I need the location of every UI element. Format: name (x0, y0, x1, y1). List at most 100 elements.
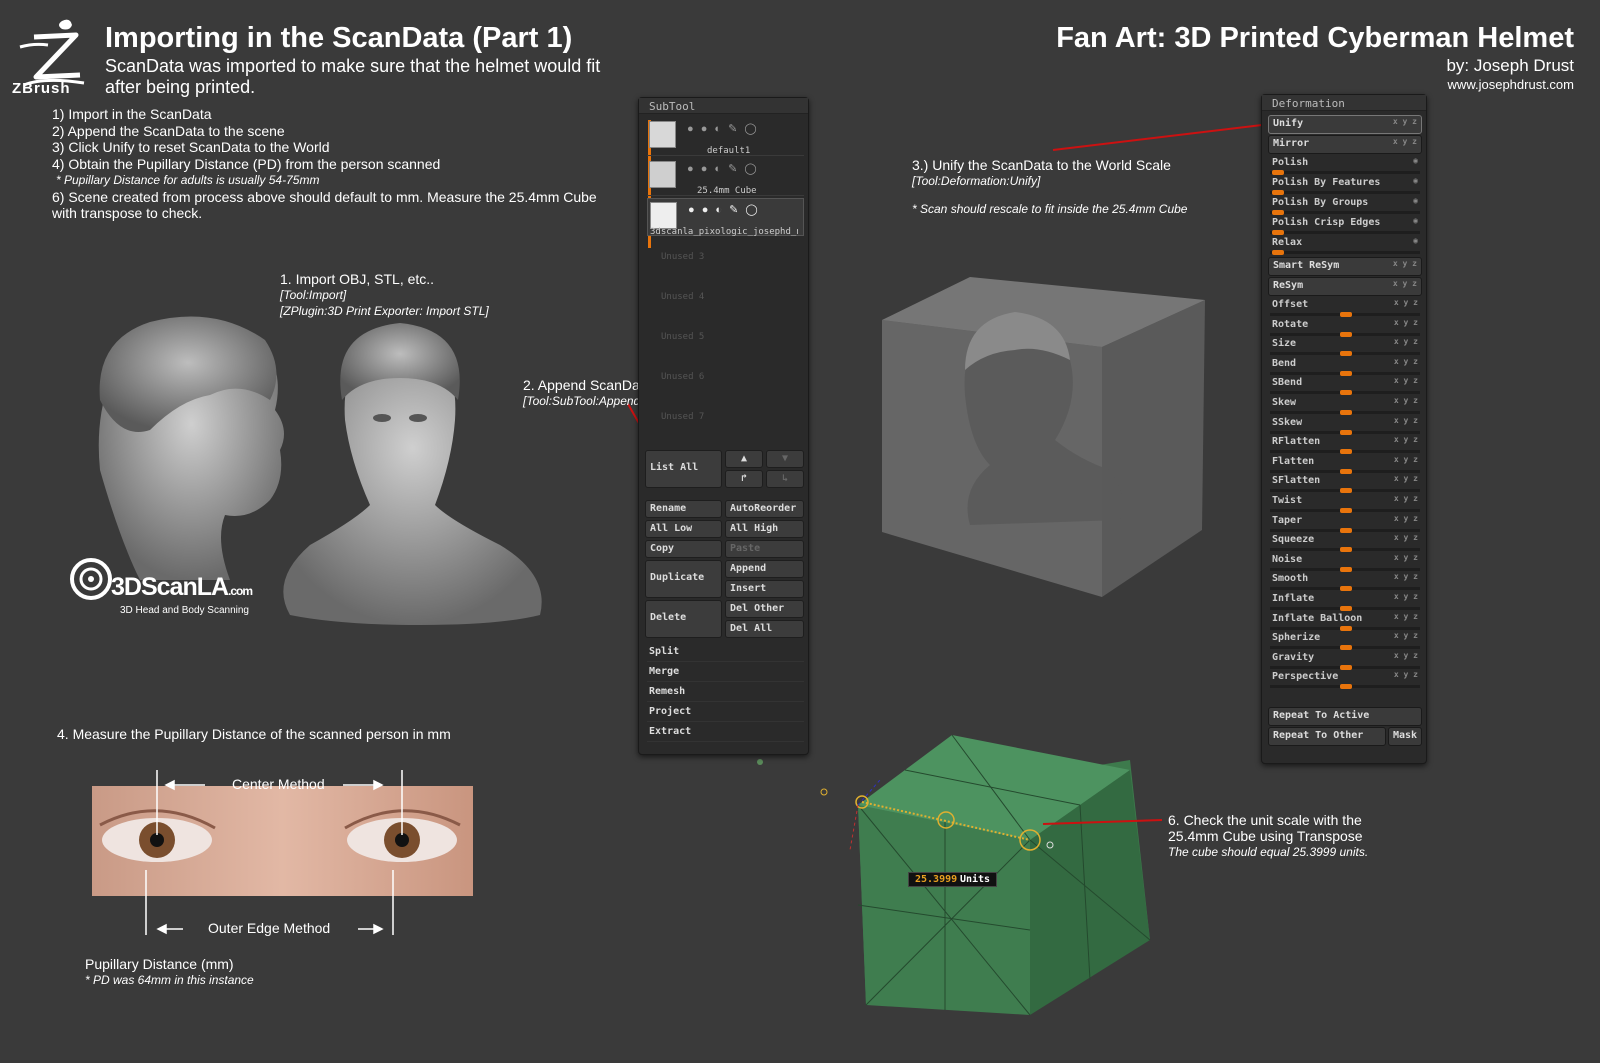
axis-toggle[interactable]: x y z (1394, 298, 1418, 307)
deformation-slider-flatten[interactable]: Flatten x y z (1268, 454, 1422, 474)
slider-track[interactable] (1270, 625, 1420, 631)
circle-icon[interactable]: ◉ (1413, 216, 1418, 225)
subtool-unused-slot[interactable]: Unused 7 (661, 412, 704, 422)
axis-toggle[interactable]: x y z (1394, 533, 1418, 542)
subtool-unused-slot[interactable]: Unused 4 (661, 292, 704, 302)
polish-slider[interactable]: Polish ◉ (1268, 155, 1422, 175)
move-from-button[interactable]: ↳ (766, 470, 804, 488)
all-low-button[interactable]: All Low (645, 520, 722, 538)
copy-button[interactable]: Copy (645, 540, 722, 558)
circle-icon[interactable]: ◉ (1413, 176, 1418, 185)
extract-menu[interactable]: Extract (647, 723, 804, 742)
axis-toggle[interactable]: x y z (1394, 631, 1418, 640)
resym-button[interactable]: ReSym x y z (1268, 277, 1422, 296)
mirror-button[interactable]: Mirror x y z (1268, 135, 1422, 154)
polish-slider[interactable]: Polish Crisp Edges ◉ (1268, 215, 1422, 235)
axis-toggle[interactable]: x y z (1394, 318, 1418, 327)
deformation-slider-offset[interactable]: Offset x y z (1268, 297, 1422, 317)
polish-slider[interactable]: Polish By Groups ◉ (1268, 195, 1422, 215)
split-menu[interactable]: Split (647, 643, 804, 662)
deformation-slider-spherize[interactable]: Spherize x y z (1268, 630, 1422, 651)
slider-track[interactable] (1270, 664, 1420, 670)
axis-toggle[interactable]: x y z (1394, 651, 1418, 660)
slider-track[interactable] (1270, 566, 1420, 572)
project-menu[interactable]: Project (647, 703, 804, 722)
subtool-item[interactable]: ● ● ◐ ✎ ◯ default1 (647, 118, 804, 156)
subtool-unused-slot[interactable]: Unused 6 (661, 372, 704, 382)
deformation-slider-gravity[interactable]: Gravity x y z (1268, 650, 1422, 670)
slider-track[interactable] (1270, 331, 1420, 337)
slider-track[interactable] (1270, 547, 1420, 553)
append-button[interactable]: Append (725, 560, 804, 578)
autoreorder-button[interactable]: AutoReorder (725, 500, 804, 518)
slider-knob[interactable] (1272, 250, 1284, 255)
move-to-button[interactable]: ↱ (725, 470, 763, 488)
slider-track[interactable] (1270, 230, 1420, 235)
axis-toggle[interactable]: x y z (1394, 670, 1418, 679)
subtool-item-active[interactable]: ● ● ◐ ✎ ◯ 3dscanla_pixologic_josephd_new (647, 198, 804, 237)
deformation-slider-squeeze[interactable]: Squeeze x y z (1268, 532, 1422, 553)
slider-track[interactable] (1270, 210, 1420, 215)
slider-track[interactable] (1270, 606, 1420, 611)
axis-toggle[interactable]: x y z (1394, 455, 1418, 464)
deformation-slider-inflate[interactable]: Inflate x y z (1268, 591, 1422, 611)
axis-toggle[interactable]: x y z (1394, 514, 1418, 523)
repeat-to-other-button[interactable]: Repeat To Other (1268, 727, 1386, 746)
axis-toggle[interactable]: x y z (1394, 612, 1418, 621)
subtool-unused-slot[interactable]: Unused 3 (661, 252, 704, 262)
paste-button[interactable]: Paste (725, 540, 804, 558)
move-up-button[interactable]: ▲ (725, 450, 763, 468)
slider-track[interactable] (1270, 508, 1420, 513)
visibility-icon[interactable]: ● ● ◐ ✎ ◯ (687, 162, 759, 175)
slider-track[interactable] (1270, 351, 1420, 357)
subtool-unused-slot[interactable]: Unused 5 (661, 332, 704, 342)
deformation-slider-sflatten[interactable]: SFlatten x y z (1268, 473, 1422, 494)
axis-toggle[interactable]: x y z (1394, 357, 1418, 366)
repeat-to-active-button[interactable]: Repeat To Active (1268, 707, 1422, 726)
deformation-slider-rflatten[interactable]: RFlatten x y z (1268, 434, 1422, 455)
move-down-button[interactable]: ▼ (766, 450, 804, 468)
slider-track[interactable] (1270, 429, 1420, 435)
all-high-button[interactable]: All High (725, 520, 804, 538)
slider-track[interactable] (1270, 410, 1420, 415)
deformation-slider-noise[interactable]: Noise x y z (1268, 552, 1422, 572)
slider-track[interactable] (1270, 312, 1420, 317)
axis-toggle[interactable]: x y z (1394, 396, 1418, 405)
list-all-button[interactable]: List All (645, 450, 722, 488)
deformation-slider-perspective[interactable]: Perspective x y z (1268, 669, 1422, 690)
remesh-menu[interactable]: Remesh (647, 683, 804, 702)
deformation-slider-smooth[interactable]: Smooth x y z (1268, 571, 1422, 592)
slider-track[interactable] (1270, 527, 1420, 533)
axis-toggle[interactable]: x y z (1394, 572, 1418, 581)
deformation-slider-bend[interactable]: Bend x y z (1268, 356, 1422, 376)
polish-slider[interactable]: Polish By Features ◉ (1268, 175, 1422, 195)
slider-track[interactable] (1270, 170, 1420, 175)
slider-track[interactable] (1270, 684, 1420, 690)
slider-track[interactable] (1270, 488, 1420, 494)
deformation-slider-rotate[interactable]: Rotate x y z (1268, 317, 1422, 337)
axis-toggle[interactable]: x y z (1393, 279, 1417, 288)
axis-toggle[interactable]: x y z (1393, 259, 1417, 268)
deformation-slider-skew[interactable]: Skew x y z (1268, 395, 1422, 415)
deformation-slider-sskew[interactable]: SSkew x y z (1268, 415, 1422, 435)
axis-toggle[interactable]: x y z (1393, 117, 1417, 126)
del-other-button[interactable]: Del Other (725, 600, 804, 618)
delete-button[interactable]: Delete (645, 600, 722, 638)
axis-toggle[interactable]: x y z (1394, 376, 1418, 385)
axis-toggle[interactable]: x y z (1394, 474, 1418, 483)
slider-knob[interactable] (1340, 684, 1352, 690)
circle-icon[interactable]: ◉ (1413, 156, 1418, 165)
unify-button[interactable]: Unify x y z (1268, 115, 1422, 134)
subtool-item[interactable]: ● ● ◐ ✎ ◯ 25.4mm Cube (647, 158, 804, 196)
axis-toggle[interactable]: x y z (1394, 553, 1418, 562)
deformation-slider-taper[interactable]: Taper x y z (1268, 513, 1422, 533)
duplicate-button[interactable]: Duplicate (645, 560, 722, 598)
deformation-slider-twist[interactable]: Twist x y z (1268, 493, 1422, 513)
rename-button[interactable]: Rename (645, 500, 722, 518)
visibility-icon[interactable]: ● ● ◐ ✎ ◯ (688, 203, 760, 216)
axis-toggle[interactable]: x y z (1394, 435, 1418, 444)
slider-track[interactable] (1270, 645, 1420, 651)
slider-track[interactable] (1270, 449, 1420, 455)
axis-toggle[interactable]: x y z (1394, 592, 1418, 601)
circle-icon[interactable]: ◉ (1413, 196, 1418, 205)
